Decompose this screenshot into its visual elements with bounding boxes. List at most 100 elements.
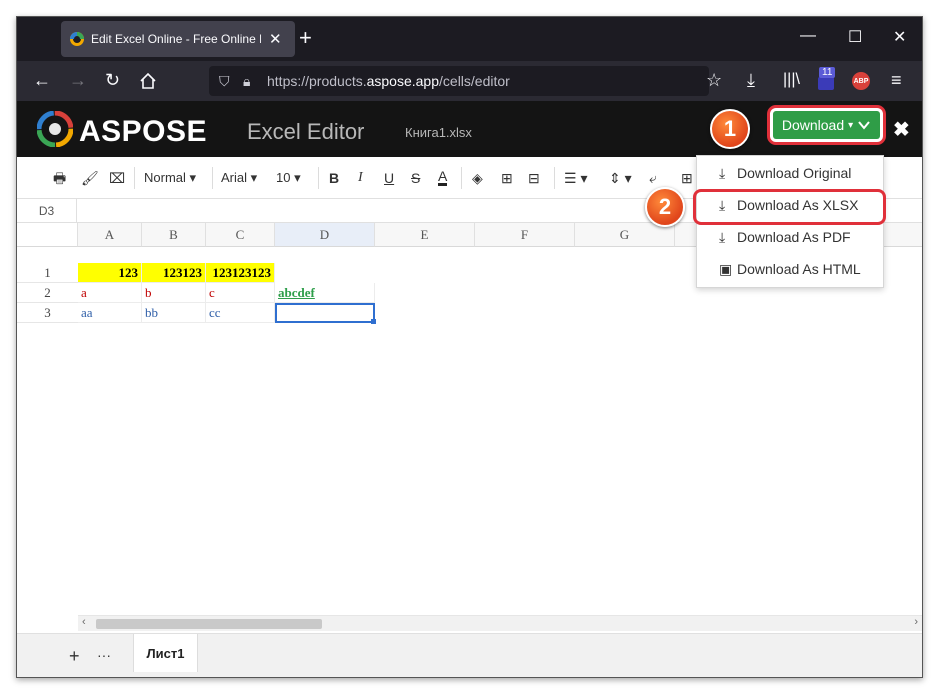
library-icon[interactable]: |||\ [783, 70, 800, 90]
style-select[interactable]: Normal ▾ [144, 170, 196, 186]
strikethrough-icon[interactable]: S [411, 169, 420, 187]
cell-b3[interactable]: bb [142, 303, 206, 323]
toolbar-divider [212, 167, 213, 189]
aspose-favicon-icon [70, 32, 84, 46]
tab-title: Edit Excel Online - Free Online E [91, 32, 261, 46]
tab-close-icon[interactable]: ✕ [269, 30, 282, 48]
extension-badge: 11 [819, 67, 836, 78]
text-color-icon[interactable]: A [438, 169, 448, 186]
xlsx-highlight [693, 189, 886, 225]
new-tab-plus-icon[interactable]: + [299, 27, 312, 49]
callout-step-1: 1 [710, 109, 750, 149]
cell-reference[interactable]: D3 [17, 199, 77, 223]
shield-icon[interactable]: ⛉ [219, 73, 235, 90]
back-arrow-icon[interactable]: ← [33, 70, 51, 90]
col-header-a[interactable]: A [78, 223, 142, 247]
paint-format-icon[interactable]: 🖌︎ [81, 169, 99, 187]
toolbar-divider [461, 167, 462, 189]
app-header: ASPOSE Excel Editor Книга1.xlsx 1 Downlo… [17, 101, 922, 157]
menu-item-label: Download Original [737, 165, 852, 181]
app-window: Edit Excel Online - Free Online E ✕ + — … [16, 16, 923, 678]
col-header-b[interactable]: B [142, 223, 206, 247]
adblock-plus-icon[interactable]: ABP [852, 72, 870, 90]
corner-header [17, 223, 78, 247]
vertical-align-icon[interactable]: ⇕ ▾ [609, 169, 632, 187]
cell-d3-selected[interactable] [275, 303, 375, 323]
col-header-f[interactable]: F [475, 223, 575, 247]
more-sheets-icon[interactable]: ··· [97, 647, 111, 663]
cell-b1[interactable]: 123123 [142, 263, 206, 283]
download-button[interactable]: Download ▾ [773, 111, 880, 139]
clear-format-icon[interactable]: ⌧ [109, 169, 125, 187]
chevron-down-icon [858, 121, 870, 130]
horizontal-scrollbar[interactable]: ‹ › [78, 615, 922, 631]
wrap-text-icon[interactable]: ⤶ [649, 169, 657, 187]
fill-handle[interactable] [371, 319, 376, 324]
star-icon[interactable]: ☆ [706, 70, 722, 90]
row-header-2[interactable]: 2 [17, 283, 78, 303]
toolbar-divider [318, 167, 319, 189]
cell-c3[interactable]: cc [206, 303, 275, 323]
browser-tab[interactable]: Edit Excel Online - Free Online E ✕ [61, 21, 295, 57]
reload-icon[interactable]: ↻ [105, 70, 120, 90]
url-prefix: https://products. [267, 73, 367, 89]
table-icon[interactable]: ⊞ [681, 169, 693, 187]
merge-cells-icon[interactable]: ⊟ [528, 169, 540, 187]
browser-titlebar: Edit Excel Online - Free Online E ✕ + — … [17, 17, 922, 61]
font-size-value: 10 [276, 170, 291, 185]
caret-down-icon: ▾ [848, 119, 854, 131]
cell-d2[interactable]: abcdef [275, 283, 375, 303]
align-left-icon[interactable]: ☰ ▾ [564, 169, 587, 187]
italic-icon[interactable]: I [358, 169, 363, 187]
menu-item-download-pdf[interactable]: ⤓ Download As PDF [697, 221, 883, 253]
maximize-icon[interactable]: ☐ [848, 27, 862, 47]
cell-b2[interactable]: b [142, 283, 206, 303]
cell-c2[interactable]: c [206, 283, 275, 303]
add-sheet-icon[interactable]: + [69, 646, 80, 667]
url-domain: aspose.app [366, 73, 440, 89]
font-select-value: Arial [221, 170, 248, 185]
underline-icon[interactable]: U [384, 169, 394, 187]
col-header-c[interactable]: C [206, 223, 275, 247]
cell-a3[interactable]: aa [78, 303, 142, 323]
abp-label: ABP [853, 77, 869, 85]
close-editor-icon[interactable]: ✖ [893, 117, 910, 142]
font-select[interactable]: Arial ▾ [221, 170, 257, 186]
close-window-icon[interactable]: ✕ [893, 27, 906, 47]
cell-a2[interactable]: a [78, 283, 142, 303]
menu-item-download-original[interactable]: ⤓ Download Original [697, 157, 883, 189]
sheet-bar: + ··· Лист1 [17, 633, 922, 677]
col-header-e[interactable]: E [375, 223, 475, 247]
scroll-right-icon[interactable]: › [914, 616, 918, 628]
browser-navbar: ← → ↻ ⛉ 🔒︎ https://products. aspose.app/c… [17, 61, 922, 101]
sheet-tab[interactable]: Лист1 [133, 634, 198, 672]
cell-a1[interactable]: 123 [78, 263, 142, 283]
forward-arrow-icon[interactable]: → [69, 70, 87, 90]
address-bar[interactable]: ⛉ 🔒︎ https://products. aspose.app/cells/e… [209, 66, 709, 96]
bold-icon[interactable]: B [329, 169, 339, 187]
menu-item-label: Download As HTML [737, 261, 861, 277]
menu-item-download-html[interactable]: ▣ Download As HTML [697, 253, 883, 285]
download-arrow-icon[interactable]: ⤓ [747, 70, 755, 90]
row-header-3[interactable]: 3 [17, 303, 78, 323]
fill-color-icon[interactable]: ◈ [472, 169, 483, 187]
font-size-select[interactable]: 10 ▾ [276, 170, 301, 186]
download-icon: ⤓ [719, 228, 726, 245]
scroll-thumb[interactable] [96, 619, 322, 629]
scroll-left-icon[interactable]: ‹ [82, 616, 86, 628]
home-icon[interactable] [139, 72, 157, 90]
menu-icon[interactable]: ≡ [891, 70, 902, 90]
row-header-1[interactable]: 1 [17, 263, 78, 283]
brand-name: ASPOSE [79, 115, 208, 148]
col-header-d[interactable]: D [275, 223, 375, 247]
lock-icon[interactable]: 🔒︎ [243, 73, 259, 90]
cell-c1[interactable]: 123123123 [206, 263, 275, 283]
style-select-value: Normal [144, 170, 186, 185]
borders-icon[interactable]: ⊞ [501, 169, 513, 187]
callout-step-2: 2 [645, 187, 685, 227]
print-icon[interactable]: 🖶︎ [53, 169, 66, 187]
html-icon: ▣ [719, 260, 733, 277]
callout-number: 1 [723, 116, 737, 141]
menu-item-label: Download As PDF [737, 229, 851, 245]
minimize-icon[interactable]: — [800, 27, 816, 45]
